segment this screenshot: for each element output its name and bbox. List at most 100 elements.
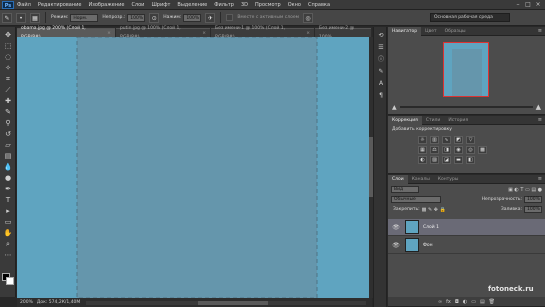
link-layers-icon[interactable]: ∞ xyxy=(438,299,442,305)
tab-untitled-2[interactable]: Без имени-2 @ 100% xyxy=(315,26,371,40)
lasso-tool-icon[interactable]: ◌ xyxy=(3,53,13,62)
pressure-size-icon[interactable]: ◎ xyxy=(303,12,314,23)
quick-select-tool-icon[interactable]: ✧ xyxy=(3,64,13,73)
healing-brush-tool-icon[interactable]: ✚ xyxy=(3,97,13,106)
type-tool-icon[interactable]: T xyxy=(3,196,13,205)
filter-icons[interactable]: ▣ ◐ T ▭ ▤ ● xyxy=(508,187,542,193)
airbrush-icon[interactable]: ✈ xyxy=(205,12,216,23)
color-balance-icon[interactable]: ⚖ xyxy=(430,146,439,154)
layer-style-icon[interactable]: fx xyxy=(446,299,451,305)
eyedropper-tool-icon[interactable]: ⟋ xyxy=(3,86,13,95)
document-canvas[interactable] xyxy=(17,37,369,298)
tab-putin[interactable]: putin.jpg @ 100% (Слой 1, RGB/8#)× xyxy=(115,26,211,40)
menu-layers[interactable]: Слои xyxy=(131,2,144,8)
horizontal-scrollbar[interactable] xyxy=(86,300,366,305)
hue-saturation-icon[interactable]: ▦ xyxy=(418,146,427,154)
new-adjustment-icon[interactable]: ◐ xyxy=(463,299,467,305)
color-swatches[interactable] xyxy=(2,273,14,285)
layer-opacity-input[interactable]: 100% xyxy=(524,196,542,203)
lock-icons[interactable]: ▩ ✎ ✥ 🔒 xyxy=(422,207,446,213)
tab-navigator[interactable]: Навигатор xyxy=(388,26,422,36)
zoom-slider[interactable] xyxy=(399,106,533,108)
mode-select[interactable]: Норм. xyxy=(70,13,99,22)
menu-view[interactable]: Просмотр xyxy=(255,2,281,8)
add-mask-icon[interactable]: ◘ xyxy=(455,299,459,305)
panel-menu-icon[interactable]: ≡ xyxy=(538,117,542,123)
panel-menu-icon[interactable]: ≡ xyxy=(538,176,542,182)
tab-untitled-1[interactable]: Без имени-1 @ 100% (Слой 1, RGB/8#)× xyxy=(211,26,315,40)
minimize-button[interactable]: – xyxy=(513,0,523,9)
zoom-in-icon[interactable]: ▲ xyxy=(536,103,541,111)
zoom-tool-icon[interactable]: ⌕ xyxy=(3,240,13,249)
eraser-tool-icon[interactable]: ▱ xyxy=(3,141,13,150)
menu-help[interactable]: Справка xyxy=(308,2,330,8)
pressure-opacity-icon[interactable]: ⊙ xyxy=(149,12,160,23)
paragraph-icon[interactable]: ¶ xyxy=(376,91,386,100)
menu-select[interactable]: Выделение xyxy=(177,2,207,8)
close-button[interactable]: × xyxy=(533,0,543,9)
hand-tool-icon[interactable]: ✋ xyxy=(3,229,13,238)
shape-tool-icon[interactable]: ▭ xyxy=(3,218,13,227)
tab-obama[interactable]: obama.jpg @ 200% (Слой 1, RGB/8#)× xyxy=(17,26,115,40)
threshold-icon[interactable]: ◪ xyxy=(442,156,451,164)
menu-filter[interactable]: Фильтр xyxy=(214,2,234,8)
properties-icon[interactable]: ☰ xyxy=(376,43,386,52)
blur-tool-icon[interactable]: 💧 xyxy=(3,163,13,172)
invert-icon[interactable]: ◐ xyxy=(418,156,427,164)
posterize-icon[interactable]: ▨ xyxy=(430,156,439,164)
tab-layers[interactable]: Слои xyxy=(388,174,408,184)
more-tools-icon[interactable]: ⋯ xyxy=(3,251,13,260)
menu-3d[interactable]: 3D xyxy=(241,2,248,8)
background-color[interactable] xyxy=(6,277,14,285)
brush-tool-preset-icon[interactable]: ✎ xyxy=(2,12,12,23)
brightness-icon[interactable]: ☼ xyxy=(418,136,427,144)
gradient-map-icon[interactable]: ▬ xyxy=(454,156,463,164)
delete-layer-icon[interactable]: 🗑 xyxy=(489,299,495,305)
brush-tool-icon[interactable]: ✎ xyxy=(3,108,13,117)
marquee-tool-icon[interactable]: ⬚ xyxy=(3,42,13,51)
path-select-tool-icon[interactable]: ▸ xyxy=(3,207,13,216)
selective-color-icon[interactable]: ◧ xyxy=(466,156,475,164)
tab-paths[interactable]: Контуры xyxy=(434,175,463,184)
channel-mixer-icon[interactable]: ◎ xyxy=(466,146,475,154)
clone-stamp-tool-icon[interactable]: ⚲ xyxy=(3,119,13,128)
panel-menu-icon[interactable]: ≡ xyxy=(538,28,542,34)
tab-channels[interactable]: Каналы xyxy=(408,175,434,184)
tab-history[interactable]: История xyxy=(444,116,472,125)
blend-mode-select[interactable]: Обычные xyxy=(391,196,441,203)
brush-presets-icon[interactable]: ✎ xyxy=(376,67,386,76)
menu-edit[interactable]: Редактирование xyxy=(38,2,82,8)
move-tool-icon[interactable]: ✥ xyxy=(3,31,13,40)
visibility-eye-icon[interactable]: 👁 xyxy=(391,242,401,249)
info-icon[interactable]: ⓘ xyxy=(376,55,386,64)
brush-size-icon[interactable]: • xyxy=(16,12,26,23)
menu-file[interactable]: Файл xyxy=(17,2,31,8)
pen-tool-icon[interactable]: ✒ xyxy=(3,185,13,194)
layer-row[interactable]: 👁 Слой 1 xyxy=(388,219,545,236)
visibility-eye-icon[interactable]: 👁 xyxy=(391,224,401,231)
maximize-button[interactable]: □ xyxy=(523,0,533,9)
levels-icon[interactable]: ▥ xyxy=(430,136,439,144)
curves-icon[interactable]: ∿ xyxy=(442,136,451,144)
layer-filter-select[interactable]: Вид xyxy=(391,186,419,193)
new-layer-icon[interactable]: ▤ xyxy=(480,299,485,305)
tab-swatches[interactable]: Образцы xyxy=(441,27,470,36)
black-white-icon[interactable]: ◨ xyxy=(442,146,451,154)
dodge-tool-icon[interactable]: ● xyxy=(3,174,13,183)
flow-input[interactable]: 100% xyxy=(183,13,202,22)
tab-styles[interactable]: Стили xyxy=(422,116,445,125)
tab-adjustments[interactable]: Коррекция xyxy=(388,115,422,125)
crop-tool-icon[interactable]: ⌗ xyxy=(3,75,13,84)
fill-input[interactable]: 100% xyxy=(524,206,542,213)
exposure-icon[interactable]: ◩ xyxy=(454,136,463,144)
layer-row[interactable]: 👁 Фон xyxy=(388,237,545,254)
new-group-icon[interactable]: ▭ xyxy=(471,299,476,305)
opacity-input[interactable]: 100% xyxy=(127,13,146,22)
zoom-out-icon[interactable]: ▲ xyxy=(392,104,397,111)
navigator-preview[interactable] xyxy=(443,42,489,97)
gradient-tool-icon[interactable]: ▤ xyxy=(3,152,13,161)
photo-filter-icon[interactable]: ◉ xyxy=(454,146,463,154)
sample-all-checkbox[interactable] xyxy=(226,14,234,21)
color-lookup-icon[interactable]: ▩ xyxy=(478,146,487,154)
brush-panel-icon[interactable]: ▦ xyxy=(30,12,40,23)
